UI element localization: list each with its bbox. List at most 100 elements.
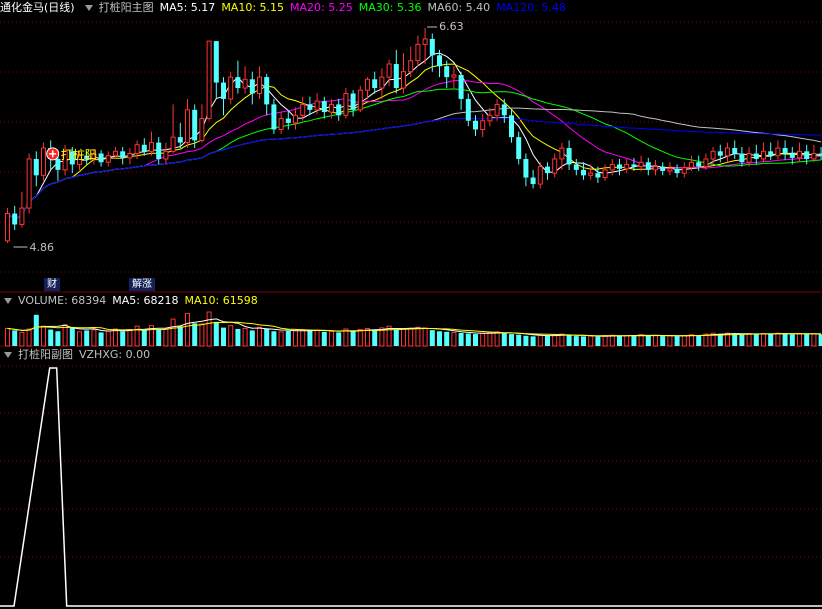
candle-body [41, 147, 46, 176]
candle-body [221, 82, 226, 99]
volume-ma5: MA5: 68218 [112, 294, 179, 307]
candle-body [33, 158, 39, 176]
candle-body [545, 166, 550, 174]
volume-bar [5, 327, 10, 347]
volume-bar [444, 331, 450, 346]
ma-legend-item: MA10: 5.15 [221, 1, 285, 14]
candle-body [127, 153, 133, 159]
candle-body [775, 147, 781, 157]
volume-bar [314, 329, 320, 347]
candle-body [192, 109, 198, 141]
volume-bar [105, 330, 111, 347]
candle-body [595, 173, 601, 178]
candle-body [681, 167, 687, 174]
volume-bar [624, 335, 630, 347]
candle-body [372, 79, 378, 89]
volume-bar [509, 334, 514, 346]
volume-bar [26, 328, 32, 347]
candle-body [235, 77, 241, 89]
volume-bar [667, 335, 673, 347]
volume-bar [523, 335, 529, 346]
candle-body [350, 93, 356, 110]
volume-bar [465, 333, 471, 346]
volume-bar [213, 321, 219, 346]
volume-bar [33, 314, 39, 346]
candle-body [746, 153, 752, 163]
volume-bar [264, 329, 270, 346]
candle-body [480, 120, 486, 130]
candle-body [473, 120, 478, 130]
candle-body [588, 172, 594, 176]
candle-body [458, 74, 464, 99]
candle-body [451, 74, 457, 78]
collapse-arrow-icon[interactable] [4, 298, 12, 304]
volume-bar [789, 334, 795, 346]
candle-body [753, 153, 759, 159]
volume-bar [566, 335, 572, 346]
volume-bar [48, 329, 54, 346]
candle-body [365, 78, 370, 91]
candle-body [703, 158, 709, 168]
collapse-arrow-icon[interactable] [4, 352, 12, 358]
indicator-name[interactable]: 打桩阳主图 [99, 1, 154, 14]
candle-body [177, 137, 183, 143]
candle-body [789, 153, 795, 158]
candle-body [617, 164, 622, 169]
candle-body [768, 151, 774, 156]
candle-body [185, 109, 190, 144]
candle-body [163, 150, 169, 160]
volume-bar [761, 333, 766, 347]
tag-jiezhang[interactable]: 解涨 [129, 278, 155, 291]
candle-body [559, 147, 565, 160]
volume-bar [818, 334, 822, 346]
candle-body [170, 136, 176, 152]
candle-body [134, 144, 140, 155]
candle-body [120, 151, 126, 158]
volume-bar [285, 330, 291, 346]
volume-bar [689, 334, 694, 347]
collapse-arrow-icon[interactable] [84, 5, 93, 11]
candle-body [5, 213, 10, 242]
volume-bar [609, 334, 615, 347]
candle-body [264, 77, 270, 105]
candle-body [408, 60, 414, 73]
volume-bar [653, 335, 658, 347]
ma5-line [7, 52, 822, 220]
candle-body [278, 118, 284, 130]
candle-body [573, 164, 579, 170]
volume-bar [681, 335, 687, 347]
tag-cai[interactable]: 财 [44, 278, 60, 291]
volume-bar [753, 334, 759, 346]
candle-body [667, 168, 673, 172]
candle-body [343, 92, 349, 116]
candle-body [689, 161, 694, 169]
candle-body [379, 76, 385, 89]
candle-body [509, 115, 514, 138]
candle-body [638, 161, 644, 168]
candle-body [530, 177, 536, 185]
sub-panel-header: 打桩阳副图 VZHXG: 0.00 [0, 347, 156, 363]
candle-body [581, 169, 586, 176]
candle-body [609, 163, 615, 171]
candle-body [271, 104, 277, 130]
volume-bar [177, 326, 183, 346]
volume-bar [415, 326, 421, 347]
volume-bar [293, 329, 298, 347]
candle-body [19, 207, 25, 225]
candle-body [653, 166, 658, 171]
volume-bar [732, 333, 738, 346]
volume-bar [617, 335, 622, 346]
volume-bar [480, 332, 486, 347]
candle-body [429, 38, 435, 56]
candle-body [537, 166, 543, 185]
sub-panel-title[interactable]: 打桩阳副图 [18, 348, 73, 361]
candle-body [257, 76, 262, 94]
volume-bar [336, 332, 342, 346]
volume-bar [595, 336, 601, 346]
candle-body [422, 38, 428, 45]
volume-bar [739, 334, 745, 346]
volume-bar [185, 312, 190, 347]
volume-bar [343, 328, 349, 347]
volume-bar [12, 330, 18, 346]
candle-body [213, 41, 219, 83]
